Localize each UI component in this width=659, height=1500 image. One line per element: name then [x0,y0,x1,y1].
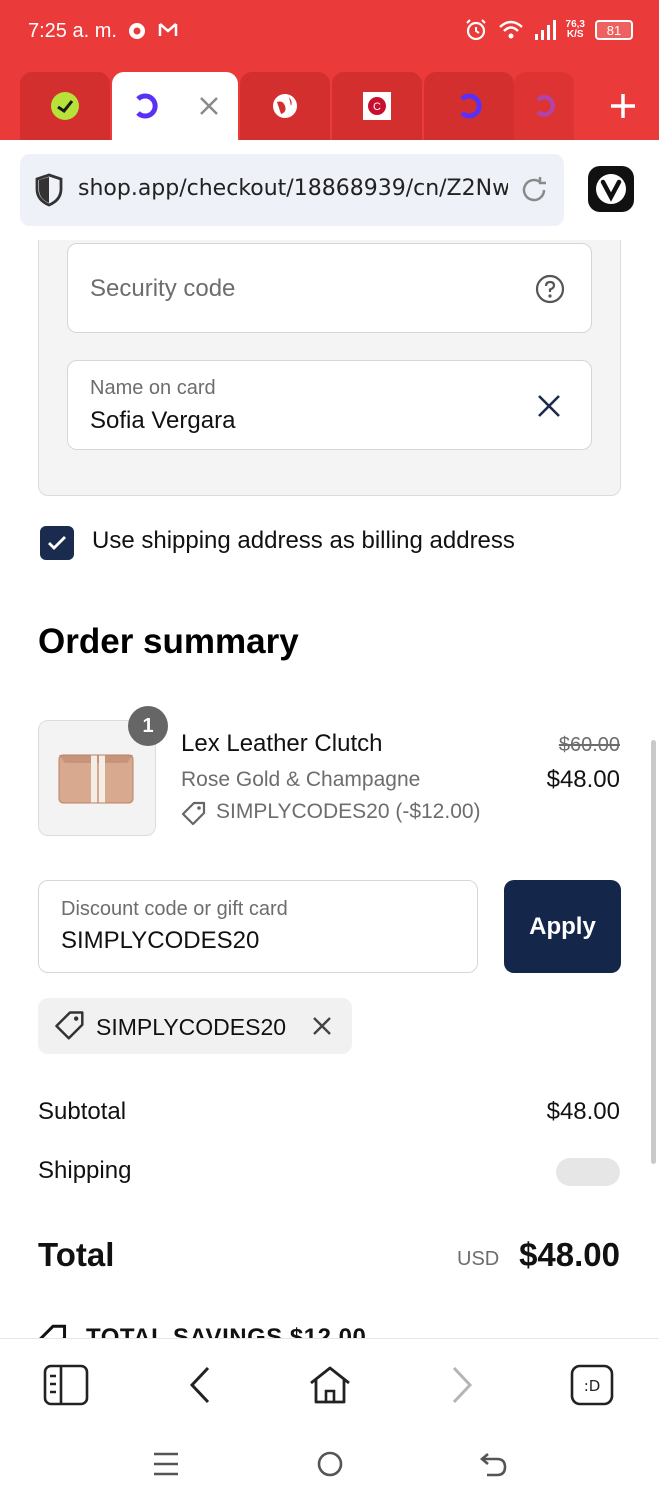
status-bar: 7:25 a. m. 76,3 K/S 81 [0,0,659,66]
circle-home-icon [317,1451,343,1477]
back-nav-icon [479,1453,507,1477]
alarm-icon [465,19,486,41]
address-bar[interactable]: shop.app/checkout/18868939/cn/Z2Nwl [20,154,564,226]
product-discount: SIMPLYCODES20 (-$12.00) [216,800,481,823]
quantity-badge: 1 [128,706,168,746]
vivaldi-menu-button[interactable] [588,166,634,212]
tab-3[interactable] [240,72,330,140]
product-name: Lex Leather Clutch [181,730,383,757]
total-label: Total [38,1236,115,1273]
shop-logo-icon [136,93,158,119]
name-on-card-label: Name on card [90,377,216,399]
shield-icon [35,173,63,207]
total-value: $48.00 [519,1236,620,1273]
address-bar-area: shop.app/checkout/18868939/cn/Z2Nwl [0,140,659,240]
red-site-icon: C [363,92,391,120]
original-price: $60.00 [558,734,620,756]
tag-icon [181,801,206,826]
product-variant: Rose Gold & Champagne [181,768,421,791]
home-button[interactable] [306,1361,354,1409]
forward-arrow-icon [452,1366,473,1404]
order-summary-heading: Order summary [38,622,299,661]
plus-icon [611,94,635,118]
shipping-label: Shipping [38,1157,132,1184]
apply-button[interactable]: Apply [504,880,621,973]
recent-apps-button[interactable] [146,1446,186,1482]
product-price: $48.00 [546,766,620,793]
url-text[interactable]: shop.app/checkout/18868939/cn/Z2Nwl [78,176,508,201]
clear-icon[interactable] [535,392,563,420]
tab-switcher-icon: :D [570,1364,614,1406]
new-tab-button[interactable] [601,84,645,128]
billing-address-label[interactable]: Use shipping address as billing address [92,527,515,555]
menu-lines-icon [154,1452,178,1476]
svg-text:C: C [373,101,381,113]
panel-toggle-button[interactable] [42,1361,90,1409]
discount-code-field[interactable]: Discount code or gift card SIMPLYCODES20 [38,880,478,973]
security-code-placeholder: Security code [90,275,236,302]
chrome-notification-icon [129,23,145,39]
billing-address-checkbox[interactable] [40,526,74,560]
network-speed: 76,3 K/S [566,20,585,40]
payment-card-box: Security code Name on card Sofia Vergara [38,240,621,496]
shop-logo-icon [536,95,555,117]
tab-switcher-button[interactable]: :D [568,1361,616,1409]
security-code-field[interactable]: Security code [67,243,592,333]
help-icon[interactable] [535,274,565,304]
tag-icon [55,1011,84,1040]
back-nav-button[interactable] [474,1446,514,1482]
total-currency: USD [457,1248,500,1270]
network-speed-unit: K/S [566,29,584,40]
discount-code-value: SIMPLYCODES20 [61,927,260,954]
name-on-card-field[interactable]: Name on card Sofia Vergara [67,360,592,450]
subtotal-value: $48.00 [546,1098,620,1125]
status-right: 76,3 K/S 81 [464,18,633,42]
applied-discount-chip: SIMPLYCODES20 [38,998,352,1054]
back-arrow-icon [189,1366,210,1404]
applied-code-text: SIMPLYCODES20 [96,1014,287,1040]
notification-icons [128,22,178,40]
panel-icon [43,1364,89,1406]
shop-logo-icon [460,93,482,119]
tab-5[interactable] [424,72,514,140]
signal-icon [534,20,556,40]
close-tab-icon[interactable] [198,95,220,117]
system-navigation-bar [0,1430,659,1500]
reload-icon[interactable] [518,174,550,206]
tab-6[interactable] [514,72,574,140]
svg-text::D: :D [584,1377,601,1395]
remove-discount-icon[interactable] [311,1015,333,1037]
globe-icon [273,94,297,118]
back-button[interactable] [176,1361,224,1409]
vivaldi-logo-icon [596,174,626,204]
checkmark-icon [48,536,66,550]
subtotal-label: Subtotal [38,1098,127,1125]
tab-4[interactable]: C [332,72,422,140]
status-time: 7:25 a. m. [28,20,117,42]
wifi-icon [498,20,523,39]
home-nav-button[interactable] [310,1446,350,1482]
browser-bottom-bar: :D [0,1338,659,1430]
gmail-icon [158,23,178,36]
checkout-page: Security code Name on card Sofia Vergara… [0,240,659,1340]
tab-active[interactable] [112,72,238,140]
battery-level: 81 [606,22,622,38]
forward-button[interactable] [438,1361,486,1409]
page-scrollbar[interactable] [651,740,656,1164]
tab-1[interactable] [20,72,110,140]
home-icon [310,1366,350,1404]
shipping-loading-placeholder [556,1158,620,1186]
tab-strip: C [0,72,659,140]
discount-code-label: Discount code or gift card [61,898,288,920]
green-site-icon [51,92,79,120]
name-on-card-value: Sofia Vergara [90,407,236,434]
battery-indicator: 81 [595,20,633,40]
